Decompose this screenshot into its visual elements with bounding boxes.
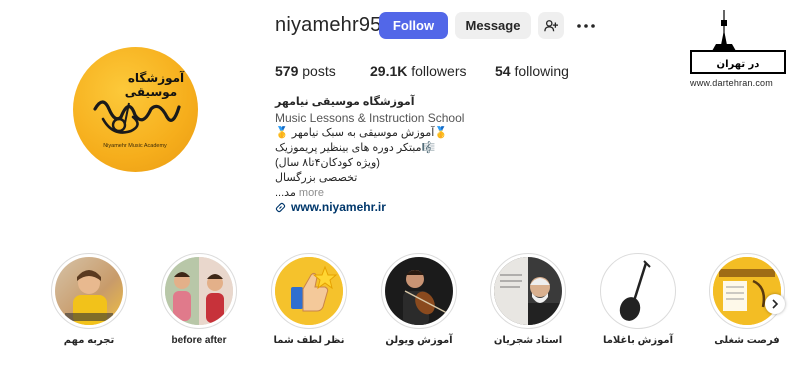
- bio-line: تخصصی بزرگسال: [275, 172, 358, 184]
- tehran-tower-logo: در تهران: [690, 10, 786, 74]
- highlight-cover: [165, 257, 233, 325]
- svg-text:موسیقی: موسیقی: [125, 85, 177, 100]
- bio-category: Music Lessons & Instruction School: [275, 111, 465, 125]
- highlight-item[interactable]: نظر لطف شما: [271, 253, 347, 346]
- highlight-item[interactable]: استاد شجریان: [490, 253, 566, 346]
- message-button[interactable]: Message: [455, 12, 531, 39]
- highlight-label: تجربه مهم: [63, 335, 115, 346]
- highlight-cover: [385, 257, 453, 325]
- suggest-users-button[interactable]: [538, 12, 564, 39]
- avatar-caption: Niyamehr Music Academy: [103, 143, 167, 149]
- bio-line: (ویژه کودکان۴تا۸ سال): [275, 157, 380, 169]
- highlight-label: آموزش ویولن: [385, 335, 453, 346]
- bio-full-name: آموزشگاه موسیقی نیامهر: [275, 96, 415, 108]
- highlights-next-button[interactable]: [765, 294, 785, 314]
- posts-count: 579 posts: [275, 63, 336, 79]
- bio-more-link[interactable]: more: [299, 187, 324, 199]
- highlight-cover: [275, 257, 343, 325]
- highlight-item[interactable]: before after: [161, 253, 237, 346]
- highlight-cover: [494, 257, 562, 325]
- highlight-label: نظر لطف شما: [273, 335, 345, 346]
- profile-avatar[interactable]: آموزشگاه موسیقی Niyamehr Music Academy: [73, 47, 198, 172]
- bio-truncated-line: مد... more: [275, 187, 324, 199]
- highlight-label: آموزش باغلاما: [602, 335, 674, 346]
- person-plus-icon: [544, 19, 558, 31]
- bio-website-link[interactable]: www.niyamehr.ir: [275, 200, 386, 214]
- highlight-item[interactable]: آموزش ویولن: [381, 253, 457, 346]
- ellipsis-icon: [577, 23, 595, 28]
- watermark-url: www.dartehran.com: [690, 78, 773, 88]
- highlight-cover: [55, 257, 123, 325]
- highlight-label: استاد شجریان: [493, 335, 563, 346]
- highlight-cover: [604, 257, 672, 325]
- profile-username: niyamehr95: [275, 14, 382, 36]
- highlight-label: فرصت شغلی: [714, 335, 780, 346]
- academy-logo-image: آموزشگاه موسیقی Niyamehr Music Academy: [93, 70, 185, 149]
- bio-line: 🥇آموزش موسیقی به سبک نیامهر 🥇: [275, 127, 448, 139]
- bio-website-text: www.niyamehr.ir: [291, 200, 386, 214]
- highlight-label: before after: [171, 335, 227, 346]
- bio-line: 🎼مبتکر دوره های بینظیر پریموزیک: [275, 142, 436, 154]
- highlight-item[interactable]: تجربه مهم: [51, 253, 127, 346]
- more-options-button[interactable]: [574, 12, 598, 39]
- highlight-item[interactable]: آموزش باغلاما: [600, 253, 676, 346]
- following-link[interactable]: 54 following: [495, 63, 569, 79]
- highlight-cover: [713, 257, 781, 325]
- followers-link[interactable]: 29.1K followers: [370, 63, 467, 79]
- follow-button[interactable]: Follow: [379, 12, 448, 39]
- logo-text: در تهران: [717, 59, 760, 70]
- svg-text:آموزشگاه: آموزشگاه: [128, 70, 185, 86]
- chevron-right-icon: [772, 299, 779, 309]
- chain-link-icon: [275, 202, 286, 212]
